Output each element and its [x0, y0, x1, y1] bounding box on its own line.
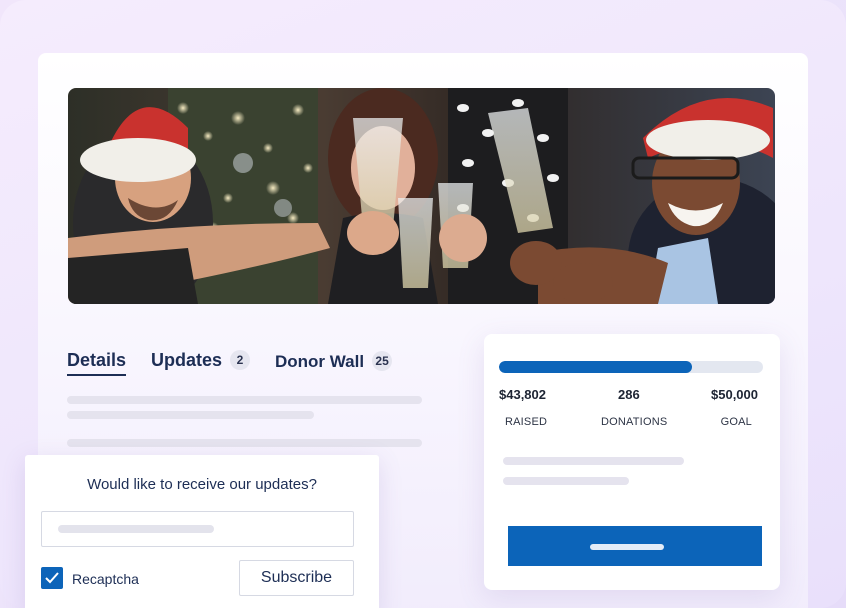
tab-updates[interactable]: Updates 2	[151, 350, 251, 371]
donations-count: 286	[618, 387, 640, 402]
donor-wall-count-badge: 25	[372, 351, 393, 371]
email-input-placeholder	[58, 525, 214, 533]
donations-label: DONATIONS	[601, 416, 668, 428]
raised-label: RAISED	[505, 416, 548, 428]
content-placeholder-line	[67, 439, 422, 447]
subscribe-card: Would like to receive our updates? Recap…	[25, 455, 379, 608]
subscribe-button[interactable]: Subscribe	[239, 560, 354, 596]
goal-label: GOAL	[720, 416, 752, 428]
content-placeholder-line	[67, 396, 422, 404]
goal-amount: $50,000	[711, 387, 758, 402]
hero-image	[68, 88, 775, 304]
donate-button[interactable]	[508, 526, 762, 566]
check-icon	[45, 572, 59, 584]
tab-donor-wall-label: Donor Wall	[275, 352, 365, 371]
updates-count-badge: 2	[230, 350, 251, 370]
content-placeholder-line	[67, 411, 314, 419]
progress-fill	[499, 361, 692, 373]
fundraising-card: $43,802 286 $50,000 RAISED DONATIONS GOA…	[484, 334, 780, 590]
subscribe-prompt: Would like to receive our updates?	[87, 476, 317, 493]
description-placeholder-line	[503, 457, 684, 465]
progress-bar	[499, 361, 763, 373]
description-placeholder-line	[503, 477, 629, 485]
donate-button-label-placeholder	[590, 544, 664, 550]
recaptcha-checkbox[interactable]	[41, 567, 63, 589]
tab-details[interactable]: Details	[67, 350, 127, 376]
recaptcha-label: Recaptcha	[72, 571, 139, 587]
tab-donor-wall[interactable]: Donor Wall 25	[275, 351, 393, 372]
tab-details-label: Details	[67, 350, 127, 370]
tab-updates-label: Updates	[151, 350, 223, 370]
raised-amount: $43,802	[499, 387, 546, 402]
email-input[interactable]	[41, 511, 354, 547]
